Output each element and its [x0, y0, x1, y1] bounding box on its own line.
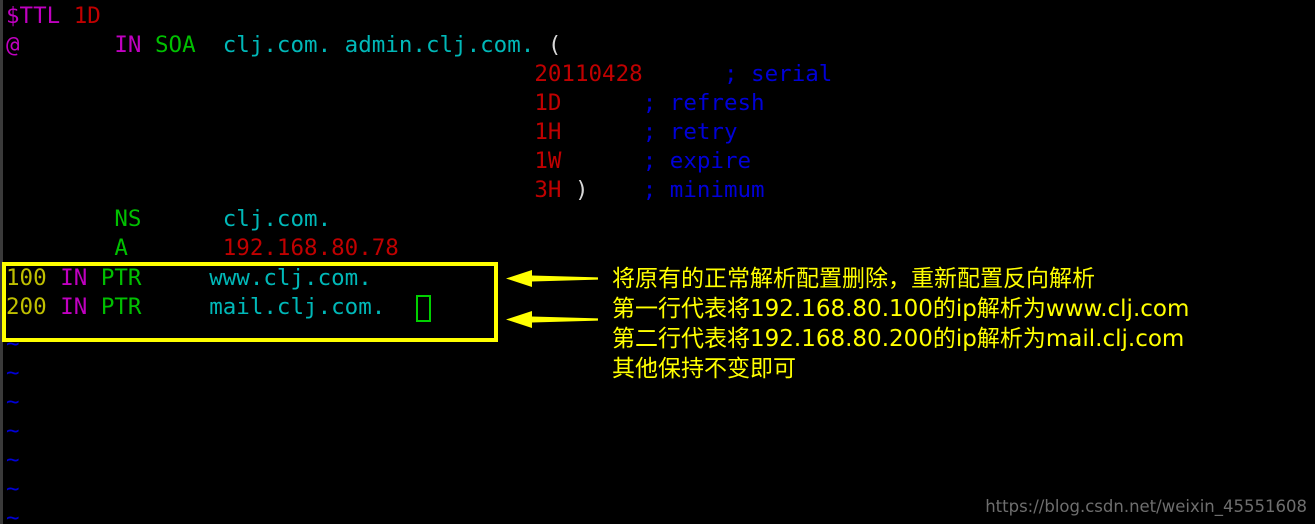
line-segment: IN — [60, 265, 88, 291]
line-segment: @ — [6, 32, 20, 58]
line-segment: 100 — [6, 265, 47, 291]
line-segment — [87, 294, 101, 320]
line-segment — [643, 61, 724, 87]
editor-line[interactable]: NS clj.com. — [6, 205, 331, 234]
line-segment: clj.com. admin.clj.com. — [222, 32, 535, 58]
line-segment — [20, 32, 115, 58]
line-segment: A — [114, 235, 128, 261]
line-segment — [141, 206, 222, 232]
line-segment — [141, 265, 209, 291]
editor-line[interactable]: 3H ) ; minimum — [6, 176, 765, 205]
editor-line[interactable]: 100 IN PTR www.clj.com. — [6, 264, 372, 293]
line-segment: ; serial — [723, 61, 833, 87]
line-segment — [47, 294, 61, 320]
line-segment: $TTL — [6, 3, 74, 29]
line-segment — [6, 61, 534, 87]
line-segment — [6, 119, 534, 145]
editor-line[interactable]: 200 IN PTR mail.clj.com. — [6, 293, 385, 322]
line-segment: ; expire — [642, 148, 752, 174]
empty-line-tilde: ~ — [6, 389, 20, 415]
annotation-line: 第二行代表将192.168.80.200的ip解析为mail.clj.com — [612, 326, 1185, 352]
annotation-line: 其他保持不变即可 — [612, 356, 796, 382]
empty-line-tilde: ~ — [6, 331, 20, 357]
editor-line[interactable]: A 192.168.80.78 — [6, 234, 399, 263]
empty-line-tilde: ~ — [6, 447, 20, 473]
editor-line[interactable]: 1D ; refresh — [6, 89, 765, 118]
line-segment — [561, 119, 642, 145]
line-segment — [561, 177, 575, 203]
line-segment: 1D — [73, 3, 101, 29]
vim-editor-buffer[interactable]: $TTL 1D @ IN SOA clj.com. admin.clj.com. … — [0, 0, 1315, 524]
line-segment: ; minimum — [642, 177, 765, 203]
line-segment: 1H — [534, 119, 562, 145]
line-segment: 200 — [6, 294, 47, 320]
line-segment: IN — [114, 32, 142, 58]
line-segment — [589, 177, 643, 203]
line-segment — [141, 294, 209, 320]
line-segment — [87, 265, 101, 291]
line-segment — [6, 148, 534, 174]
line-segment — [561, 90, 642, 116]
line-segment: 3H — [534, 177, 562, 203]
line-segment — [141, 32, 155, 58]
line-segment — [6, 235, 114, 261]
line-segment — [6, 177, 534, 203]
line-segment — [47, 265, 61, 291]
line-segment: IN — [60, 294, 88, 320]
line-segment — [196, 32, 223, 58]
csdn-watermark: https://blog.csdn.net/weixin_45551608 — [985, 497, 1307, 516]
line-segment: 1D — [534, 90, 562, 116]
editor-line[interactable]: @ IN SOA clj.com. admin.clj.com. ( — [6, 31, 561, 60]
line-segment: 192.168.80.78 — [222, 235, 399, 261]
line-segment: PTR — [100, 265, 142, 291]
line-segment — [561, 148, 642, 174]
editor-line[interactable]: 20110428 ; serial — [6, 60, 832, 89]
line-segment: ; refresh — [642, 90, 765, 116]
editor-line[interactable]: 1W ; expire — [6, 147, 751, 176]
line-segment: NS — [114, 206, 142, 232]
line-segment — [534, 32, 548, 58]
line-segment — [128, 235, 223, 261]
annotation-line: 第一行代表将192.168.80.100的ip解析为www.clj.com — [612, 296, 1190, 322]
line-segment: SOA — [155, 32, 196, 58]
editor-line[interactable]: 1H ; retry — [6, 118, 738, 147]
left-arrow-icon — [506, 270, 598, 287]
line-segment: ; retry — [642, 119, 738, 145]
line-segment: 1W — [534, 148, 562, 174]
terminal-screenshot: $TTL 1D @ IN SOA clj.com. admin.clj.com. … — [0, 0, 1315, 524]
editor-line[interactable]: $TTL 1D — [6, 2, 101, 31]
line-segment: ) — [574, 177, 589, 203]
annotation-text-block: 将原有的正常解析配置删除，重新配置反向解析第一行代表将192.168.80.10… — [612, 264, 1312, 384]
line-segment: www.clj.com. — [209, 265, 372, 291]
empty-line-tilde: ~ — [6, 476, 20, 502]
empty-line-tilde: ~ — [6, 360, 20, 386]
line-segment: clj.com. — [222, 206, 332, 232]
annotation-line: 将原有的正常解析配置删除，重新配置反向解析 — [612, 266, 1095, 292]
line-segment: mail.clj.com. — [209, 294, 386, 320]
line-segment: 20110428 — [534, 61, 643, 87]
line-segment — [6, 90, 534, 116]
line-segment: PTR — [100, 294, 142, 320]
text-cursor — [416, 295, 431, 322]
empty-line-tilde: ~ — [6, 418, 20, 444]
left-arrow-icon — [506, 311, 598, 328]
line-segment — [6, 206, 114, 232]
empty-line-tilde: ~ — [6, 505, 20, 524]
line-segment: ( — [547, 32, 562, 58]
